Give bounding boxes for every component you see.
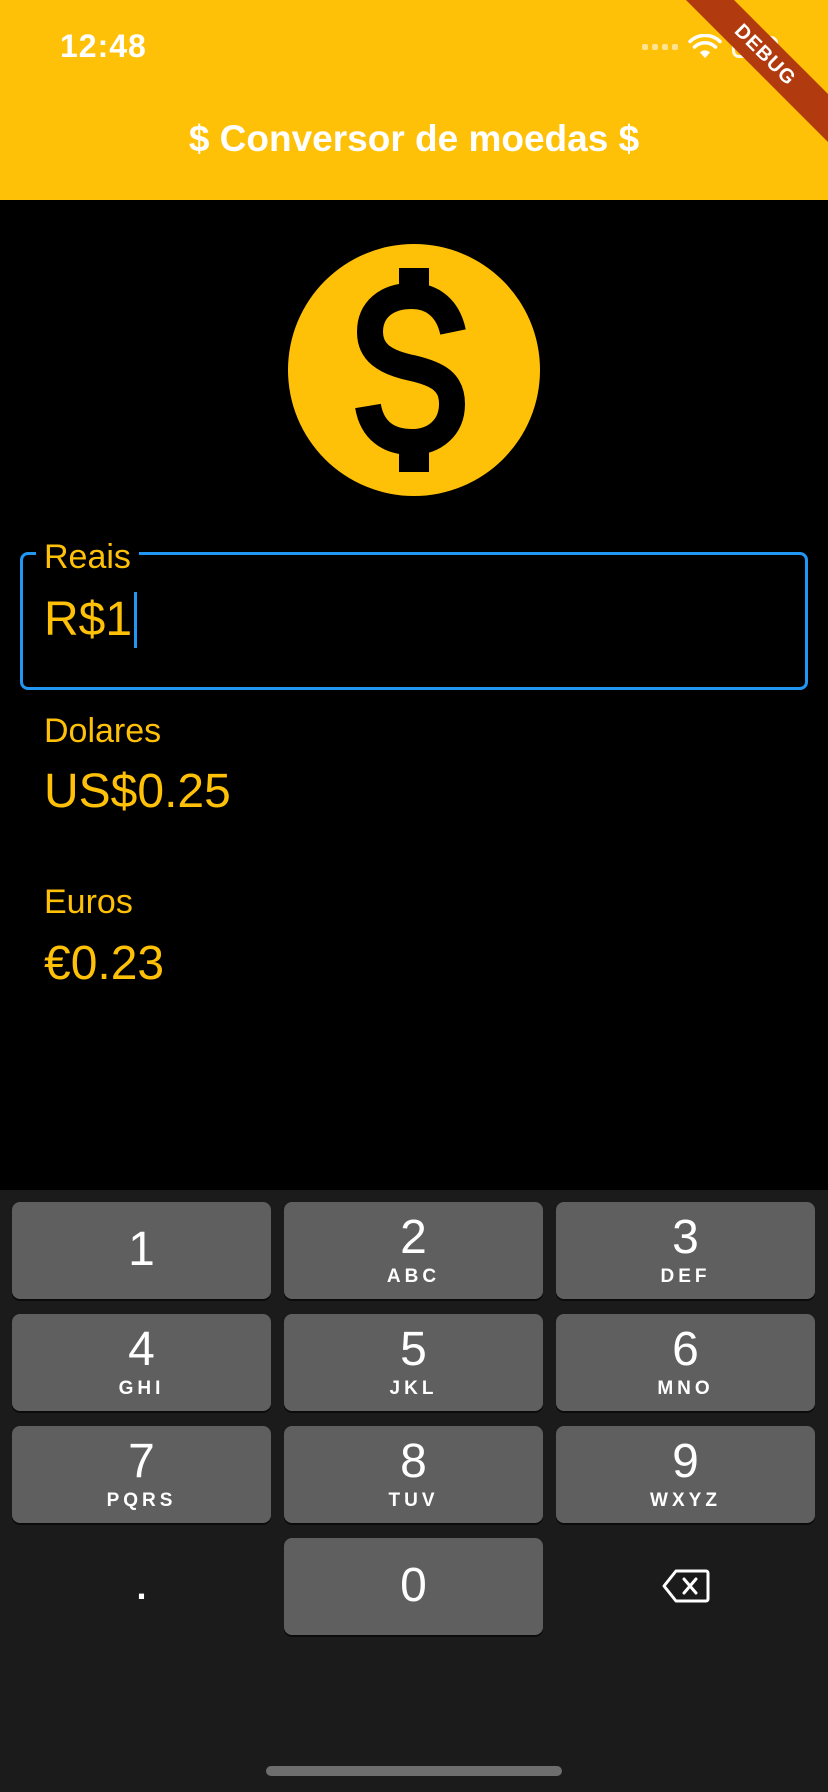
key-decimal[interactable]: . [12, 1538, 271, 1635]
app-bar: 12:48 $ Conversor de moedas $ DEBUG [0, 0, 828, 200]
home-indicator[interactable] [266, 1766, 562, 1776]
backspace-icon [662, 1569, 709, 1603]
euros-label: Euros [44, 883, 133, 921]
reais-label: Reais [36, 540, 139, 574]
wifi-icon [688, 34, 722, 58]
key-1[interactable]: 1 [12, 1202, 271, 1299]
euros-input[interactable]: €0.23 [44, 936, 164, 991]
key-9[interactable]: 9 WXYZ [556, 1426, 815, 1523]
key-8[interactable]: 8 TUV [284, 1426, 543, 1523]
delete-key[interactable] [556, 1538, 815, 1635]
dollar-coin-icon [288, 244, 540, 496]
cellular-signal-icon [642, 44, 678, 50]
reais-value: R$1 [44, 593, 133, 646]
reais-input[interactable]: R$1 [44, 590, 138, 650]
key-0[interactable]: 0 [284, 1538, 543, 1635]
status-time: 12:48 [60, 28, 147, 64]
dolares-label: Dolares [44, 712, 162, 750]
key-4[interactable]: 4 GHI [12, 1314, 271, 1411]
key-2[interactable]: 2 ABC [284, 1202, 543, 1299]
key-6[interactable]: 6 MNO [556, 1314, 815, 1411]
app-title: $ Conversor de moedas $ [188, 118, 640, 159]
key-3[interactable]: 3 DEF [556, 1202, 815, 1299]
key-7[interactable]: 7 PQRS [12, 1426, 271, 1523]
key-5[interactable]: 5 JKL [284, 1314, 543, 1411]
text-caret [134, 592, 138, 648]
dolares-input[interactable]: US$0.25 [44, 764, 231, 819]
